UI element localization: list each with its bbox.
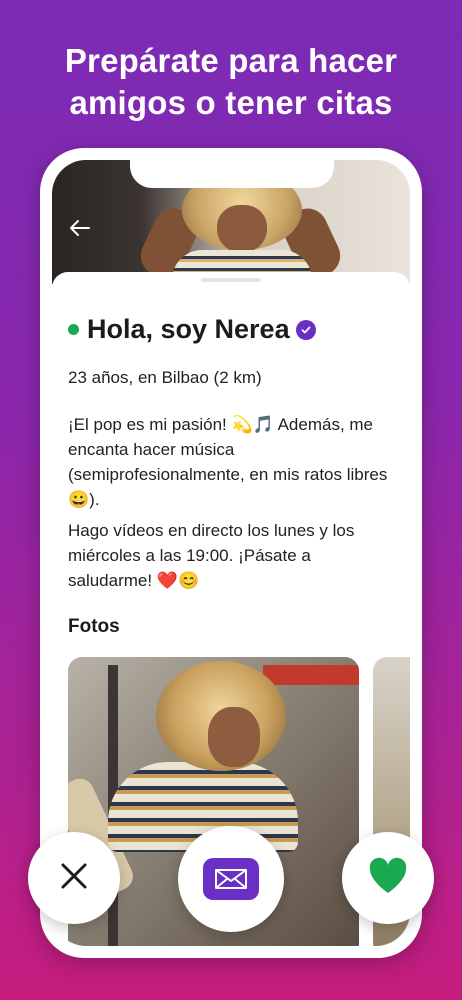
like-button[interactable] (342, 832, 434, 924)
message-button[interactable] (178, 826, 284, 932)
arrow-left-icon[interactable] (68, 216, 96, 240)
close-icon (59, 861, 89, 896)
heart-icon (367, 857, 409, 900)
promo-headline-line-2: amigos o tener citas (69, 84, 393, 121)
promo-headline-line-1: Prepárate para hacer (64, 42, 398, 79)
profile-meta: 23 años, en Bilbao (2 km) (68, 368, 262, 387)
photos-section-title: Fotos (68, 616, 120, 637)
profile-bio-paragraph-2: Hago vídeos en directo los lunes y los m… (68, 521, 355, 590)
online-status-dot (68, 324, 79, 335)
profile-bio-paragraph-1: ¡El pop es mi pasión! 💫🎵 Además, me enca… (68, 415, 388, 509)
dismiss-button[interactable] (28, 832, 120, 924)
sheet-handle[interactable] (201, 278, 261, 282)
promo-headline: Prepárate para hacer amigos o tener cita… (0, 40, 462, 124)
verified-check-icon (295, 319, 316, 340)
profile-name-row: Hola, soy Nerea (68, 314, 316, 345)
profile-name: Hola, soy Nerea (87, 314, 290, 344)
envelope-icon (203, 858, 259, 900)
phone-notch (130, 160, 334, 188)
